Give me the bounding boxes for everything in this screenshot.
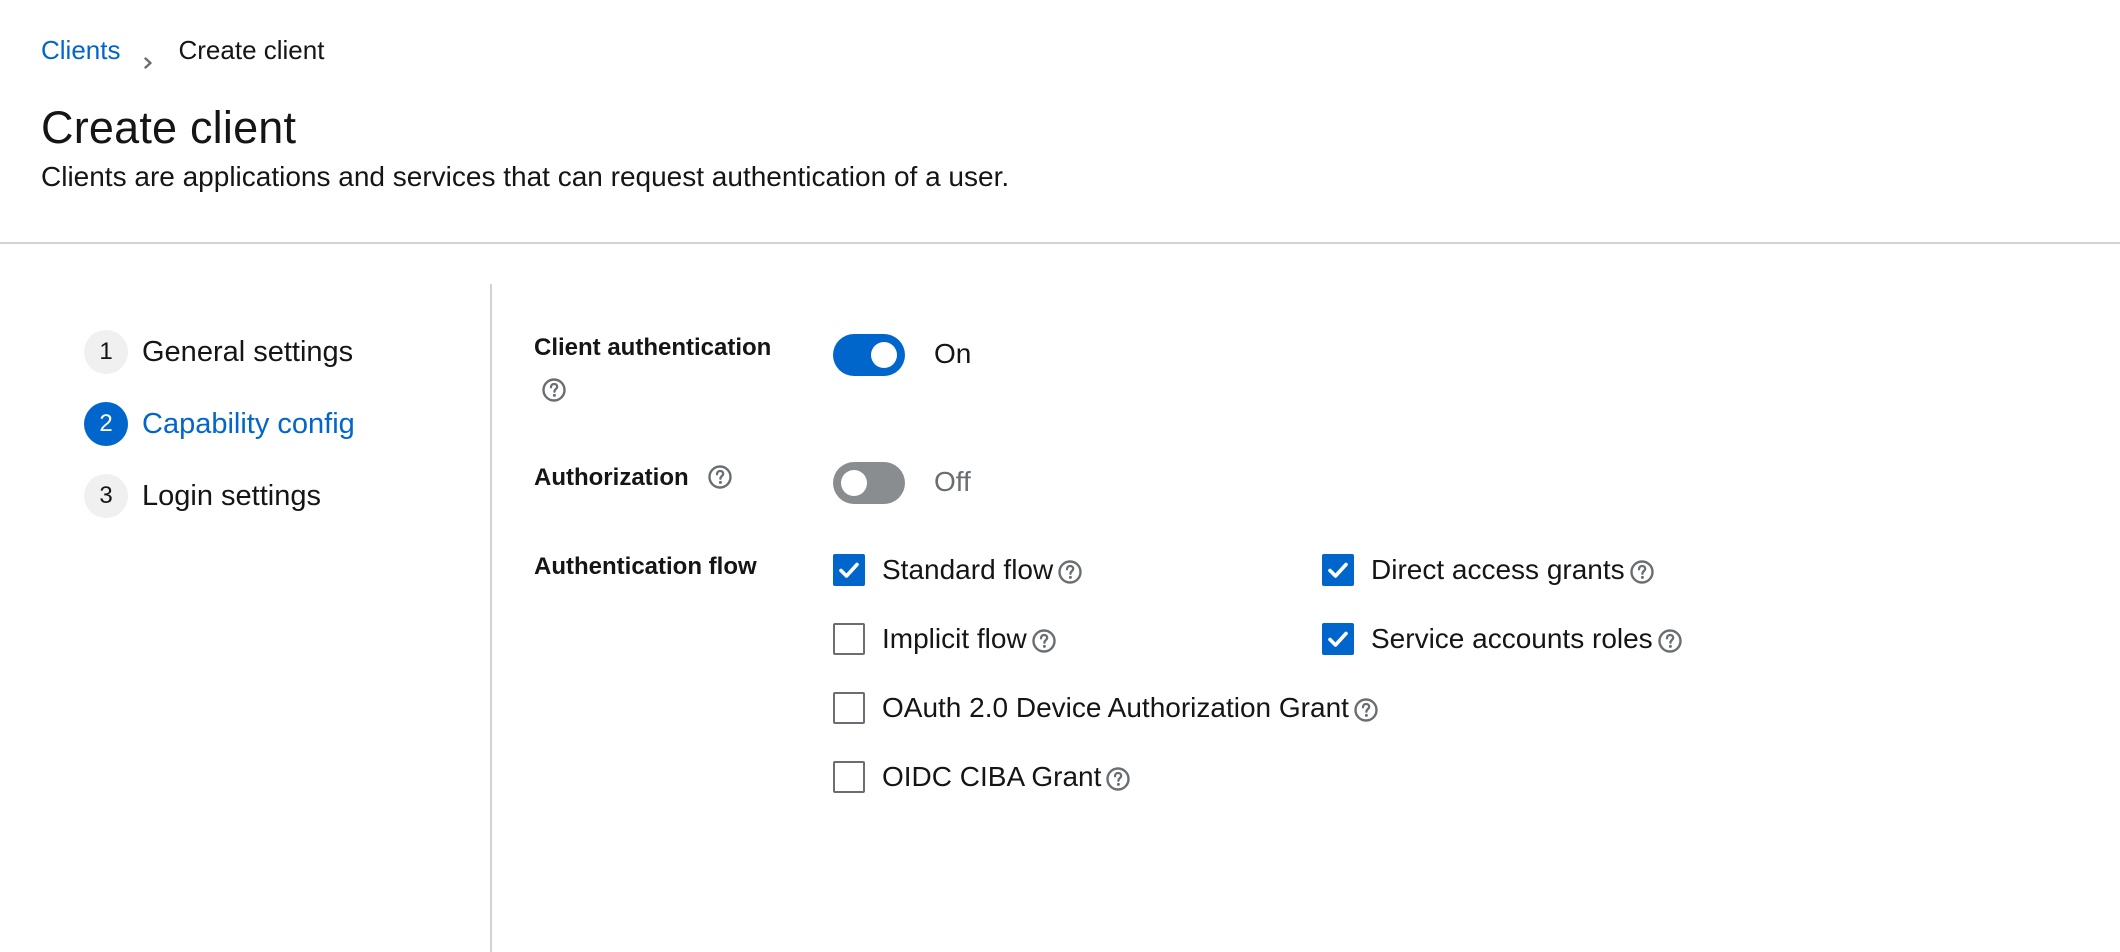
oidc-ciba-grant-option: OIDC CIBA Grant — [833, 757, 1131, 797]
standard-flow-checkbox[interactable] — [833, 554, 865, 586]
switch-knob — [841, 470, 867, 496]
page-description: Clients are applications and services th… — [41, 161, 1010, 192]
step-number: 3 — [84, 474, 128, 518]
service-accounts-roles-label: Service accounts roles — [1371, 623, 1653, 654]
question-circle-icon[interactable] — [1353, 697, 1379, 723]
direct-access-grants-label: Direct access grants — [1371, 554, 1625, 585]
service-accounts-roles-checkbox[interactable] — [1322, 623, 1354, 655]
authorization-label: Authorization — [534, 461, 733, 495]
implicit-flow-checkbox[interactable] — [833, 623, 865, 655]
authorization-state: Off — [934, 466, 971, 497]
wizard-nav: 1 General settings 2 Capability config 3… — [0, 284, 492, 952]
wizard-step-capability-config[interactable]: 2 Capability config — [84, 402, 355, 446]
breadcrumb-link-clients[interactable]: Clients — [41, 34, 120, 66]
check-icon — [1328, 562, 1348, 578]
oidc-ciba-grant-label: OIDC CIBA Grant — [882, 761, 1102, 792]
question-circle-icon[interactable] — [1629, 559, 1655, 585]
step-number: 1 — [84, 330, 128, 374]
implicit-flow-label: Implicit flow — [882, 623, 1027, 654]
service-accounts-roles-option: Service accounts roles — [1322, 619, 1683, 659]
question-circle-icon[interactable] — [1657, 628, 1683, 654]
question-circle-icon[interactable] — [707, 464, 733, 490]
direct-access-grants-option: Direct access grants — [1322, 550, 1655, 590]
oauth-device-authorization-grant-option: OAuth 2.0 Device Authorization Grant — [833, 688, 1379, 728]
standard-flow-option: Standard flow — [833, 550, 1083, 590]
client-authentication-label: Client authentication — [534, 334, 772, 361]
client-authentication-switch[interactable] — [833, 334, 905, 376]
question-circle-icon[interactable] — [541, 377, 567, 403]
wizard-step-login-settings[interactable]: 3 Login settings — [84, 474, 321, 518]
oauth-device-authorization-grant-checkbox[interactable] — [833, 692, 865, 724]
page-header: Clients Create client Create client Clie… — [0, 0, 2120, 244]
breadcrumb: Clients Create client — [41, 34, 325, 69]
question-circle-icon[interactable] — [1031, 628, 1057, 654]
wizard-step-general-settings[interactable]: 1 General settings — [84, 330, 353, 374]
authorization-label-text: Authorization — [534, 464, 689, 491]
standard-flow-label: Standard flow — [882, 554, 1054, 585]
step-label: General settings — [142, 335, 354, 368]
question-circle-icon[interactable] — [1105, 766, 1131, 792]
oauth-device-authorization-grant-label: OAuth 2.0 Device Authorization Grant — [882, 692, 1349, 723]
oidc-ciba-grant-checkbox[interactable] — [833, 761, 865, 793]
authentication-flow-label: Authentication flow — [534, 553, 757, 580]
page-title: Create client — [41, 102, 297, 153]
breadcrumb-current: Create client — [178, 35, 325, 65]
chevron-right-icon — [142, 44, 154, 69]
step-number: 2 — [84, 402, 128, 446]
question-circle-icon[interactable] — [1057, 559, 1083, 585]
step-label: Login settings — [142, 479, 321, 512]
switch-knob — [871, 342, 897, 368]
check-icon — [839, 562, 859, 578]
check-icon — [1328, 631, 1348, 647]
authorization-switch[interactable] — [833, 462, 905, 504]
step-label: Capability config — [142, 407, 355, 440]
implicit-flow-option: Implicit flow — [833, 619, 1057, 659]
client-authentication-state: On — [934, 338, 972, 369]
direct-access-grants-checkbox[interactable] — [1322, 554, 1354, 586]
